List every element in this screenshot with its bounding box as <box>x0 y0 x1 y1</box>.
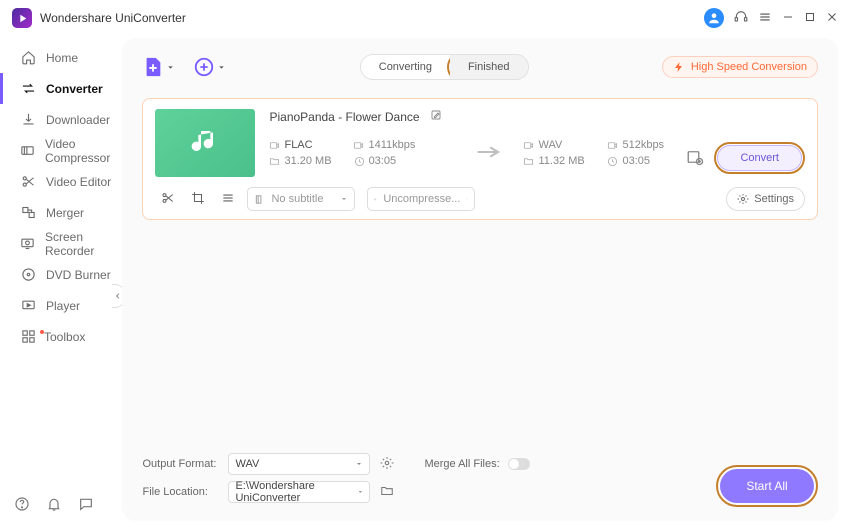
file-location-label: File Location: <box>142 486 218 498</box>
bitrate-icon <box>607 140 618 151</box>
tab-finished[interactable]: Finished <box>450 55 528 79</box>
start-all-button[interactable]: Start All <box>720 469 814 503</box>
target-bitrate: 512kbps <box>622 139 664 151</box>
file-location-select[interactable]: E:\Wondershare UniConverter <box>228 481 370 503</box>
sidebar-item-label: Toolbox <box>44 330 85 344</box>
source-size: 31.20 MB <box>284 155 331 167</box>
arrow-icon <box>477 143 505 164</box>
player-icon <box>20 298 36 314</box>
audio-dropdown[interactable]: Uncompresse... <box>367 187 475 211</box>
sidebar-item-label: Video Editor <box>46 175 111 189</box>
sidebar-item-merger[interactable]: Merger <box>0 197 118 228</box>
converter-icon <box>20 81 36 97</box>
source-bitrate: 1411kbps <box>368 139 415 151</box>
subtitle-dropdown[interactable]: No subtitle <box>247 187 355 211</box>
disc-icon <box>20 267 36 283</box>
app-title: Wondershare UniConverter <box>40 11 186 25</box>
chevron-down-icon <box>466 195 468 203</box>
format-settings-icon[interactable] <box>380 456 394 473</box>
edit-filename-icon[interactable] <box>430 109 442 124</box>
sidebar-item-home[interactable]: Home <box>0 42 118 73</box>
help-icon[interactable] <box>14 496 30 515</box>
subtitle-icon <box>254 194 265 205</box>
source-duration: 03:05 <box>369 155 397 167</box>
target-duration: 03:05 <box>622 155 650 167</box>
merge-toggle[interactable] <box>508 458 530 470</box>
sidebar: Home Converter Downloader Video Compress… <box>0 36 118 527</box>
sidebar-item-downloader[interactable]: Downloader <box>0 104 118 135</box>
gear-icon <box>737 193 749 205</box>
compressor-icon <box>20 143 35 159</box>
chevron-down-icon <box>357 488 364 496</box>
speaker-icon <box>374 194 377 205</box>
file-thumbnail <box>155 109 255 177</box>
output-config-icon[interactable] <box>686 148 704 169</box>
account-avatar[interactable] <box>704 8 724 28</box>
sidebar-item-compressor[interactable]: Video Compressor <box>0 135 118 166</box>
hamburger-menu-icon[interactable] <box>758 10 772 27</box>
add-from-source-button[interactable] <box>193 56 226 78</box>
download-icon <box>20 112 36 128</box>
sidebar-item-label: Merger <box>46 206 84 220</box>
sidebar-item-toolbox[interactable]: Toolbox <box>0 321 118 352</box>
video-icon <box>269 140 280 151</box>
source-format: FLAC <box>284 139 312 151</box>
bitrate-icon <box>353 140 364 151</box>
sidebar-item-label: DVD Burner <box>46 268 111 282</box>
toolbox-icon <box>20 329 36 345</box>
home-icon <box>20 50 36 66</box>
tab-converting[interactable]: Converting <box>361 55 450 79</box>
trim-icon[interactable] <box>161 191 175 208</box>
sidebar-item-editor[interactable]: Video Editor <box>0 166 118 197</box>
sidebar-item-label: Player <box>46 299 80 313</box>
sidebar-item-label: Downloader <box>46 113 110 127</box>
sidebar-item-label: Home <box>46 51 78 65</box>
output-format-label: Output Format: <box>142 458 218 470</box>
target-size: 11.32 MB <box>538 155 584 167</box>
support-icon[interactable] <box>734 10 748 27</box>
window-minimize-icon[interactable] <box>782 11 794 26</box>
sidebar-item-dvd[interactable]: DVD Burner <box>0 259 118 290</box>
convert-button[interactable]: Convert <box>717 145 802 171</box>
file-card: PianoPanda - Flower Dance FLAC 1411kbps … <box>142 98 818 220</box>
video-icon <box>523 140 534 151</box>
crop-icon[interactable] <box>191 191 205 208</box>
add-file-button[interactable] <box>142 56 175 78</box>
clock-icon <box>607 156 618 167</box>
sidebar-item-converter[interactable]: Converter <box>0 73 118 104</box>
app-logo <box>12 8 32 28</box>
screen-recorder-icon <box>20 236 35 252</box>
more-options-icon[interactable] <box>221 191 235 208</box>
open-folder-icon[interactable] <box>380 484 394 501</box>
window-maximize-icon[interactable] <box>804 11 816 26</box>
music-note-icon <box>189 127 221 159</box>
clock-icon <box>354 156 365 167</box>
folder-icon <box>523 156 534 167</box>
settings-button[interactable]: Settings <box>726 187 805 211</box>
lightning-icon <box>673 61 685 73</box>
sidebar-item-screen-recorder[interactable]: Screen Recorder <box>0 228 118 259</box>
output-format-select[interactable]: WAV <box>228 453 370 475</box>
scissors-icon <box>20 174 36 190</box>
sidebar-item-player[interactable]: Player <box>0 290 118 321</box>
feedback-icon[interactable] <box>78 496 94 515</box>
sidebar-item-label: Converter <box>46 82 103 96</box>
file-name: PianoPanda - Flower Dance <box>269 110 419 124</box>
notification-icon[interactable] <box>46 496 62 515</box>
sidebar-item-label: Video Compressor <box>45 137 118 165</box>
titlebar: Wondershare UniConverter <box>0 0 850 36</box>
merger-icon <box>20 205 36 221</box>
window-close-icon[interactable] <box>826 11 838 26</box>
sidebar-item-label: Screen Recorder <box>45 230 118 258</box>
chevron-down-icon <box>355 460 363 468</box>
high-speed-conversion-badge[interactable]: High Speed Conversion <box>662 56 818 78</box>
target-format: WAV <box>538 139 562 151</box>
folder-icon <box>269 156 280 167</box>
merge-label: Merge All Files: <box>424 458 499 470</box>
main-panel: Converting Finished High Speed Conversio… <box>122 38 838 521</box>
chevron-down-icon <box>340 195 348 203</box>
